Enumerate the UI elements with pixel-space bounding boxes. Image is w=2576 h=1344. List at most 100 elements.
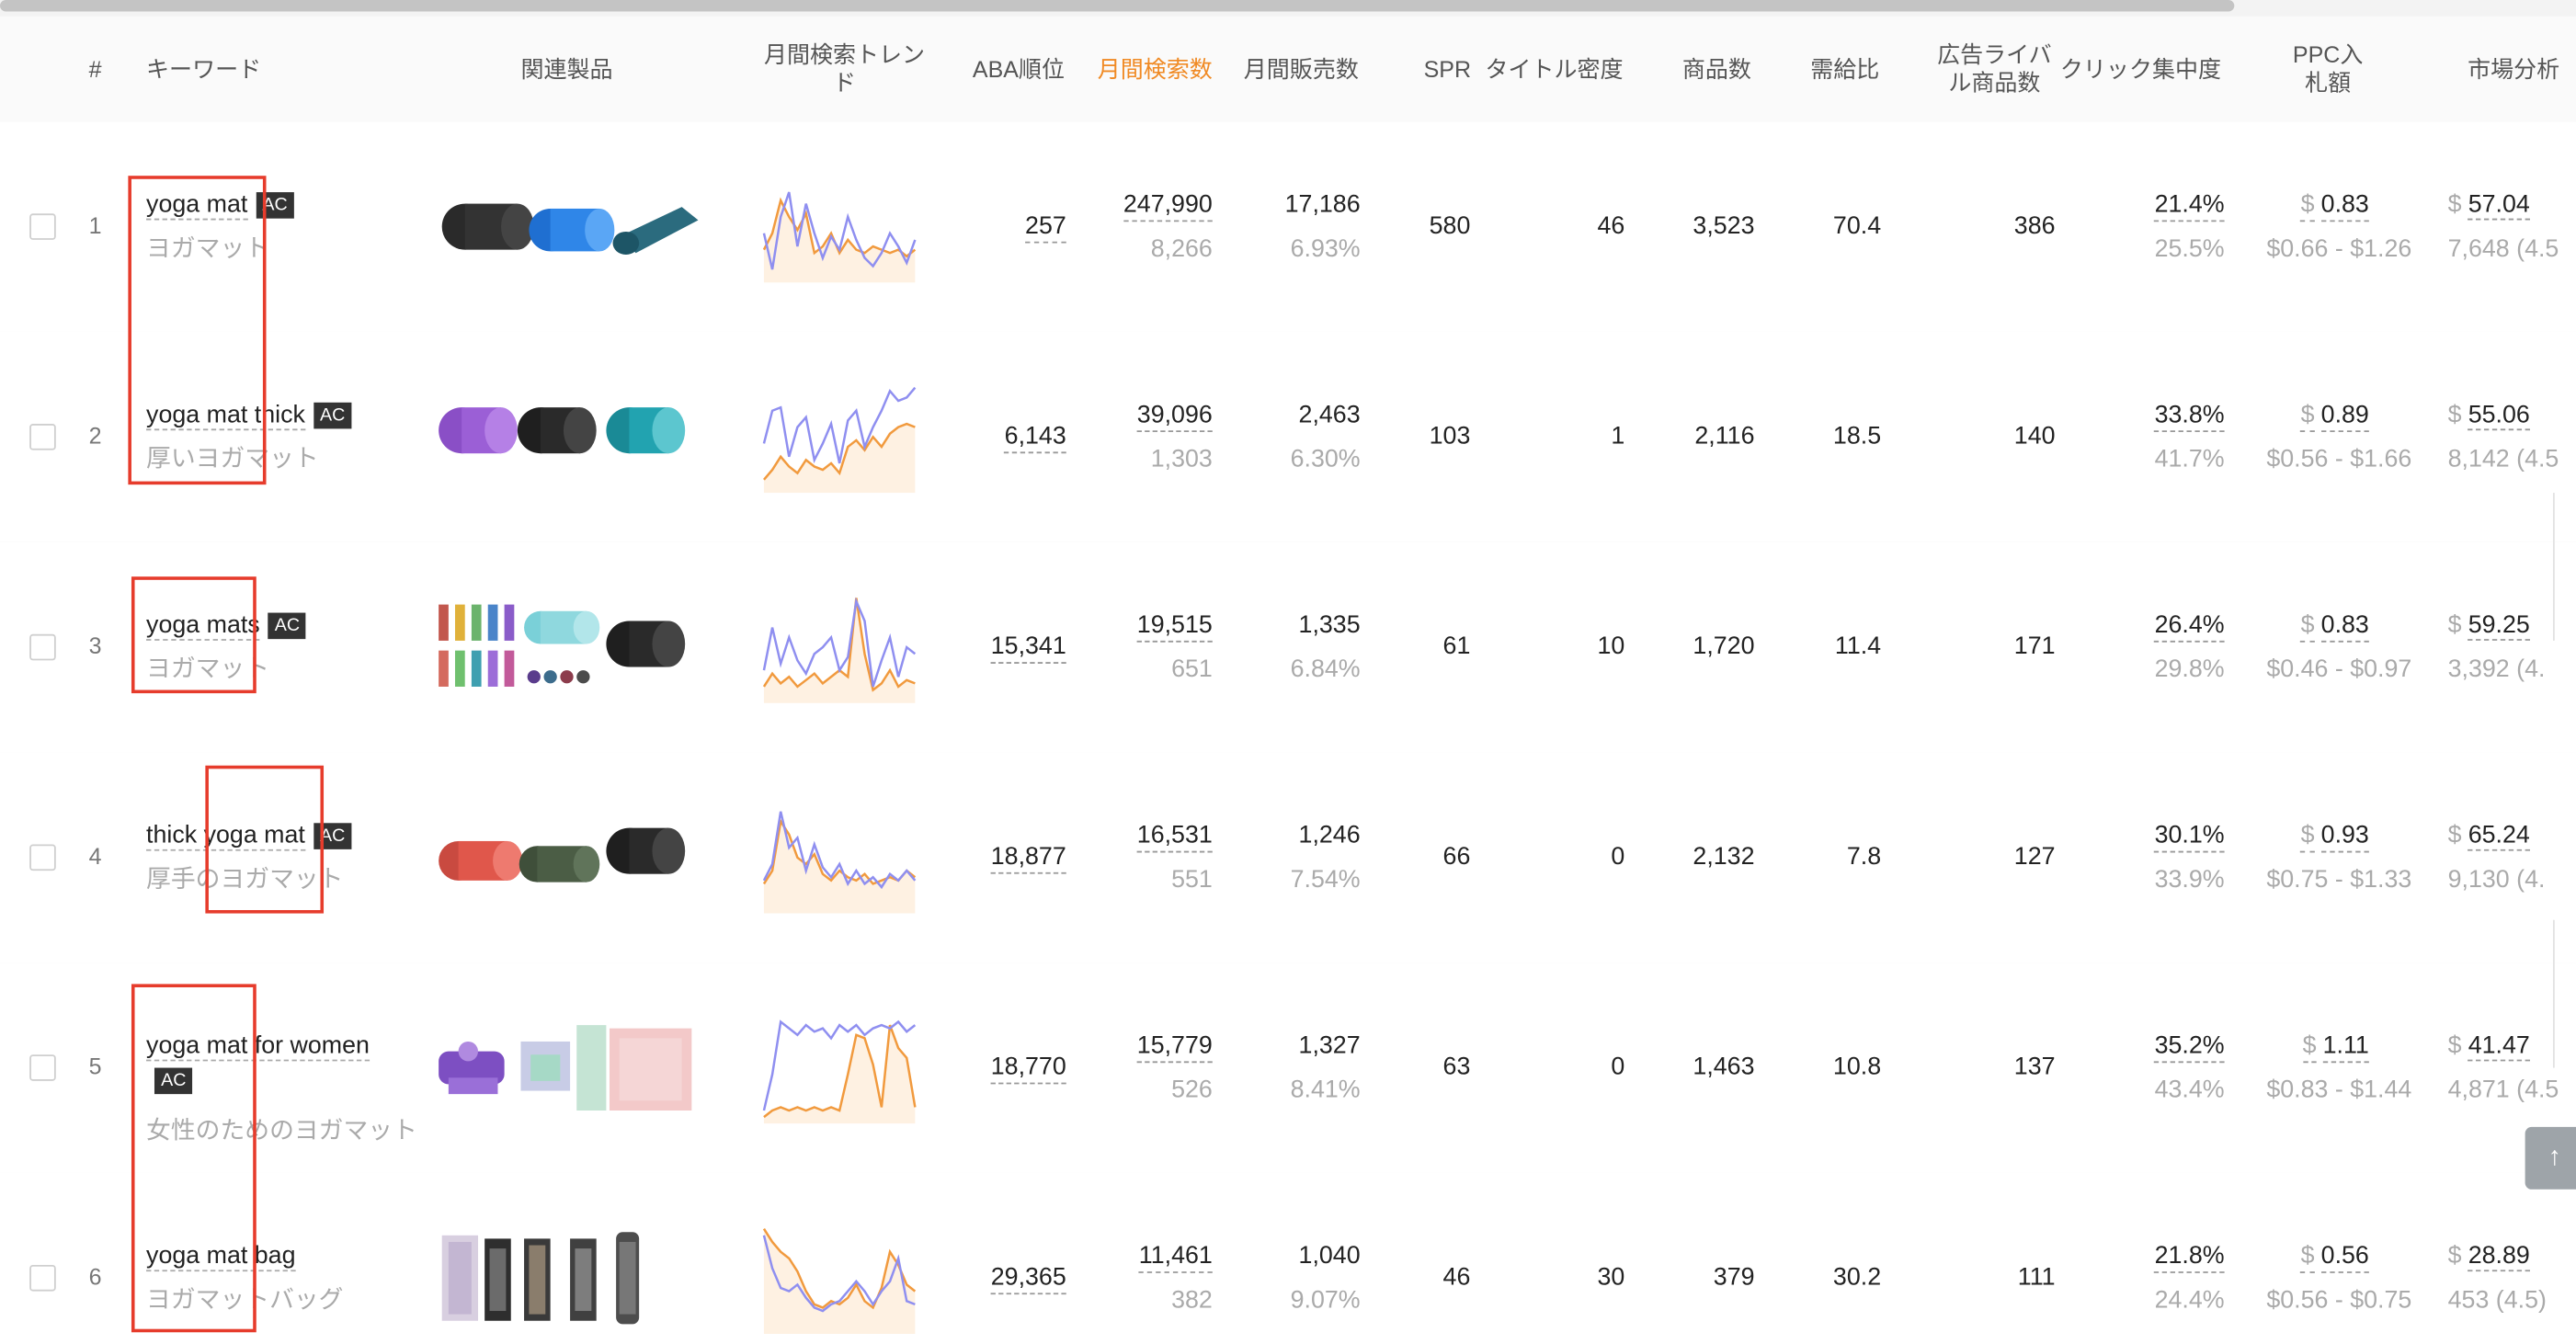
market-reviews: 4,871 (4.5 [2447, 1076, 2559, 1104]
product-count: 379 [1713, 1263, 1755, 1292]
title-density: 46 [1597, 211, 1625, 240]
aba-rank[interactable]: 15,341 [920, 632, 1066, 664]
related-products[interactable] [436, 171, 699, 283]
scrollbar-thumb[interactable] [0, 0, 2235, 12]
row-checkbox[interactable] [29, 213, 56, 240]
horizontal-scrollbar[interactable] [0, 0, 2576, 17]
aba-rank[interactable]: 29,365 [920, 1263, 1066, 1295]
market-price[interactable]: $55.06 [2447, 401, 2530, 431]
title-density: 30 [1597, 1263, 1625, 1292]
col-spr-header[interactable]: SPR [1416, 17, 1478, 121]
product-count: 3,523 [1693, 211, 1755, 240]
ac-badge: AC [268, 612, 307, 640]
col-ppc-header[interactable]: PPC入札額 [2290, 17, 2365, 121]
click-concentration[interactable]: 35.2% [2086, 1031, 2225, 1064]
ppc-bid[interactable]: $0.89 [2234, 401, 2369, 432]
click-concentration[interactable]: 21.4% [2086, 190, 2225, 222]
market-price[interactable]: $41.47 [2448, 1031, 2530, 1062]
back-to-top-button[interactable]: ↑ [2525, 1126, 2576, 1190]
sales-percent: 6.93% [1290, 234, 1361, 263]
market-price[interactable]: $65.24 [2448, 821, 2530, 851]
monthly-search[interactable]: 19,515 [1068, 610, 1213, 643]
related-products[interactable] [436, 382, 699, 494]
monthly-search-sub: 382 [1171, 1286, 1213, 1315]
ppc-bid[interactable]: $0.56 [2234, 1241, 2369, 1273]
spr-value: 103 [1429, 422, 1471, 450]
row-checkbox[interactable] [29, 844, 56, 871]
col-trend-header: 月間検索トレンド [763, 40, 926, 96]
dollar-sign: $ [2300, 821, 2315, 853]
col-ratio-header[interactable]: 需給比 [1804, 17, 1886, 121]
table-row[interactable]: 4 thick yoga mat AC 厚手のヨガマット 18,877 16,53… [0, 752, 2576, 964]
col-rivals-header[interactable]: 広告ライバル商品数 [1932, 17, 2057, 121]
aba-rank[interactable]: 257 [920, 211, 1066, 244]
ppc-range: $0.46 - $0.97 [2266, 655, 2412, 684]
dollar-sign: $ [2447, 1241, 2462, 1270]
col-sales-header[interactable]: 月間販売数 [1236, 17, 1367, 121]
monthly-sales: 1,040 [1298, 1241, 1361, 1270]
ppc-range: $0.83 - $1.44 [2266, 1076, 2412, 1104]
col-keyword-header[interactable]: キーワード [146, 17, 343, 121]
highlight-box [128, 176, 267, 485]
search-trend-sparkline[interactable] [760, 1219, 918, 1335]
row-checkbox[interactable] [29, 424, 56, 450]
related-products[interactable] [436, 802, 699, 914]
row-number: 6 [88, 1263, 102, 1290]
row-checkbox[interactable] [29, 1054, 56, 1081]
aba-rank[interactable]: 6,143 [920, 422, 1066, 454]
related-products[interactable] [436, 1012, 699, 1124]
table-row[interactable]: 1 yoga mat AC ヨガマット 257 247,990 8,266 17,… [0, 121, 2576, 334]
aba-rank[interactable]: 18,877 [920, 842, 1066, 874]
row-checkbox[interactable] [29, 633, 56, 661]
search-trend-sparkline[interactable] [760, 378, 918, 494]
search-trend-sparkline[interactable] [760, 588, 918, 703]
col-aba-header[interactable]: ABA順位 [963, 17, 1075, 121]
table-row[interactable]: 5 yoga mat for women AC 女性のためのヨガマット 18,77… [0, 962, 2576, 1175]
click-concentration[interactable]: 33.8% [2086, 401, 2225, 432]
monthly-search[interactable]: 247,990 [1068, 190, 1213, 222]
market-price[interactable]: $59.25 [2448, 610, 2530, 641]
search-trend-sparkline[interactable] [760, 167, 918, 283]
related-products[interactable] [436, 1223, 699, 1335]
dollar-sign: $ [2300, 610, 2315, 643]
row-number: 2 [88, 422, 102, 449]
col-product-count-header[interactable]: 商品数 [1672, 17, 1761, 121]
aba-rank[interactable]: 18,770 [920, 1053, 1066, 1085]
ppc-range: $0.75 - $1.33 [2266, 865, 2412, 894]
ppc-bid[interactable]: $0.93 [2234, 821, 2369, 853]
dollar-sign: $ [2302, 1031, 2317, 1064]
table-row[interactable]: 2 yoga mat thick AC 厚いヨガマット 6,143 39,096 … [0, 331, 2576, 544]
market-price[interactable]: $28.89 [2447, 1241, 2530, 1272]
sales-percent: 8.41% [1290, 1076, 1361, 1104]
click-concentration[interactable]: 21.8% [2086, 1241, 2225, 1273]
monthly-search[interactable]: 11,461 [1068, 1241, 1213, 1273]
col-density-header[interactable]: タイトル密度 [1476, 17, 1634, 121]
sales-percent: 6.84% [1290, 655, 1361, 684]
table-row[interactable]: 3 yoga mats AC ヨガマット 15,341 19,515 651 1,… [0, 541, 2576, 755]
market-reviews: 453 (4.5) [2447, 1286, 2547, 1315]
dollar-sign: $ [2447, 401, 2462, 429]
ppc-range: $0.56 - $1.66 [2266, 445, 2412, 473]
col-search-header[interactable]: 月間検索数 [1088, 17, 1223, 121]
click-concentration[interactable]: 30.1% [2086, 821, 2225, 853]
ppc-bid[interactable]: $0.83 [2234, 190, 2369, 222]
monthly-search[interactable]: 16,531 [1068, 821, 1213, 853]
title-density: 0 [1611, 1053, 1625, 1081]
related-products[interactable] [436, 591, 699, 703]
click-concentration[interactable]: 26.4% [2086, 610, 2225, 643]
row-checkbox[interactable] [29, 1264, 56, 1292]
market-price[interactable]: $57.04 [2448, 190, 2530, 221]
spr-value: 66 [1442, 842, 1471, 871]
monthly-sales: 2,463 [1298, 401, 1361, 429]
table-row[interactable]: 6 yoga mat bag ヨガマットバッグ 29,365 11,461 38… [0, 1172, 2576, 1344]
search-trend-sparkline[interactable] [760, 798, 918, 914]
ppc-bid[interactable]: $0.83 [2234, 610, 2369, 643]
highlight-box [131, 576, 256, 694]
col-click-header[interactable]: クリック集中度 [2054, 17, 2228, 121]
ppc-bid[interactable]: $1.11 [2234, 1031, 2369, 1064]
product-count: 1,720 [1693, 632, 1755, 661]
monthly-search[interactable]: 15,779 [1068, 1031, 1213, 1064]
keyword-rest: for women [247, 1031, 370, 1060]
search-trend-sparkline[interactable] [760, 1008, 918, 1124]
monthly-search[interactable]: 39,096 [1068, 401, 1213, 432]
